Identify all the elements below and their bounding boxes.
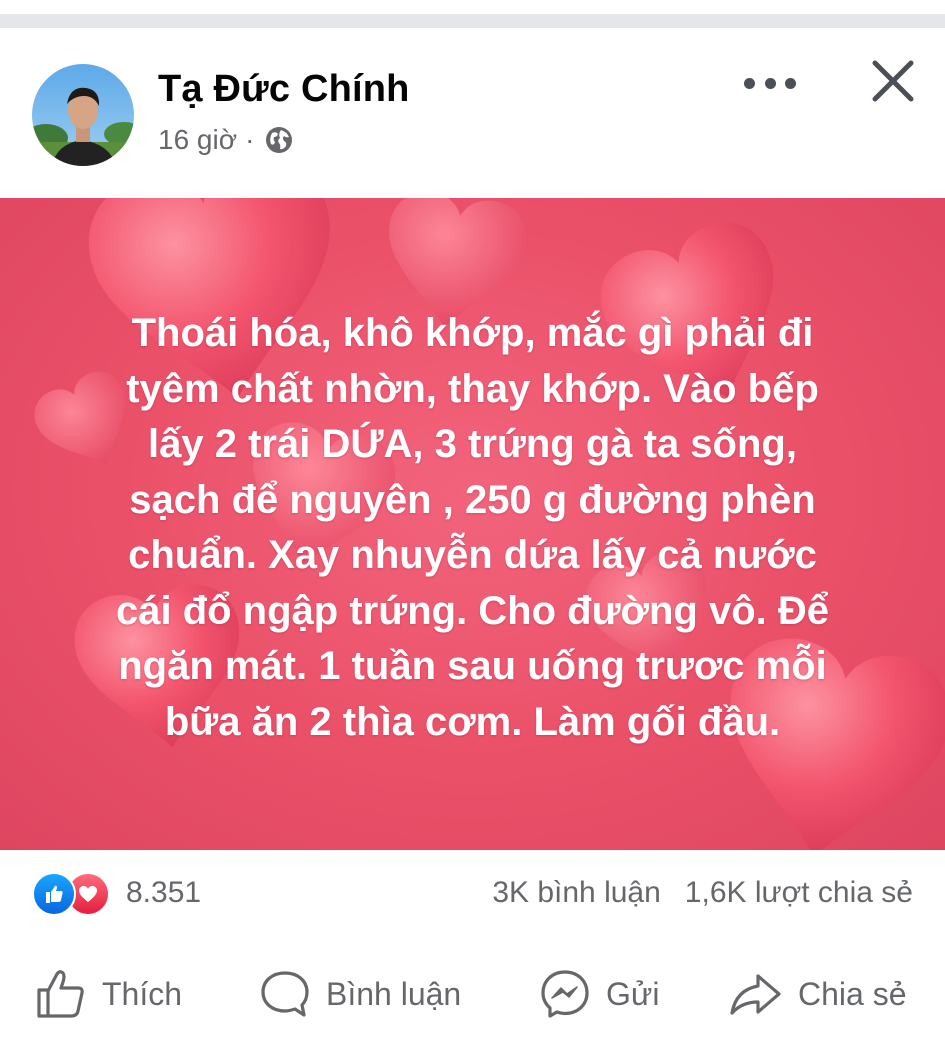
meta-separator: · xyxy=(245,124,255,155)
close-icon[interactable] xyxy=(868,56,918,106)
comment-icon xyxy=(261,971,309,1017)
post-actions-bar: Thích Bình luận Gửi Chia sẻ xyxy=(0,950,945,1040)
send-button[interactable]: Gửi xyxy=(538,964,659,1024)
comment-button[interactable]: Bình luận xyxy=(258,964,461,1024)
post-stats: 3K bình luận 1,6K lượt chia sẻ xyxy=(492,876,913,910)
messenger-icon xyxy=(541,970,589,1018)
send-label: Gửi xyxy=(606,975,660,1012)
post-screen: Tạ Đức Chính 16 giờ · Thoái hóa, khô khớ… xyxy=(0,0,945,1057)
reaction-count[interactable]: 8.351 xyxy=(126,876,201,910)
like-button[interactable]: Thích xyxy=(34,964,182,1024)
share-button[interactable]: Chia sẻ xyxy=(728,964,907,1024)
comment-label: Bình luận xyxy=(326,975,462,1012)
more-icon[interactable] xyxy=(744,68,796,98)
share-count[interactable]: 1,6K lượt chia sẻ xyxy=(685,876,913,910)
globe-icon xyxy=(266,127,293,153)
comment-count[interactable]: 3K bình luận xyxy=(492,876,660,910)
like-label: Thích xyxy=(102,975,183,1012)
like-icon xyxy=(37,970,84,1018)
share-icon xyxy=(730,974,781,1015)
more-dot xyxy=(785,77,796,89)
like-icon xyxy=(32,872,76,916)
more-dot xyxy=(744,77,755,89)
more-dot xyxy=(764,77,776,89)
avatar[interactable] xyxy=(32,64,134,166)
top-divider xyxy=(0,14,945,28)
post-content-card[interactable]: Thoái hóa, khô khớp, mắc gì phải đi tyêm… xyxy=(0,198,945,850)
reactions-bar: 8.351 3K bình luận 1,6K lượt chia sẻ xyxy=(0,862,945,926)
post-header: Tạ Đức Chính 16 giờ · xyxy=(0,28,945,198)
share-label: Chia sẻ xyxy=(798,975,907,1012)
post-meta: 16 giờ · xyxy=(158,124,294,156)
avatar-image xyxy=(32,64,134,166)
post-body-text: Thoái hóa, khô khớp, mắc gì phải đi tyêm… xyxy=(115,311,830,744)
reaction-icons[interactable] xyxy=(32,872,118,916)
post-time[interactable]: 16 giờ xyxy=(158,124,237,156)
author-name[interactable]: Tạ Đức Chính xyxy=(158,68,410,111)
